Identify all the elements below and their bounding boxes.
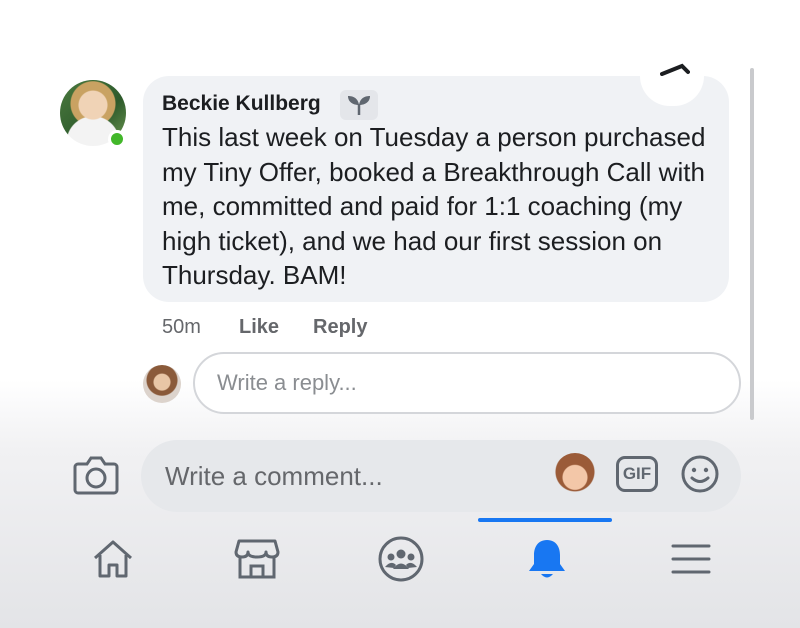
reply-button[interactable]: Reply bbox=[313, 316, 367, 339]
sprout-icon[interactable] bbox=[340, 90, 378, 120]
screen: Beckie Kullberg This last week on Tuesda… bbox=[0, 0, 800, 628]
comment-author[interactable]: Beckie Kullberg bbox=[162, 92, 321, 116]
comment-input[interactable] bbox=[163, 459, 547, 493]
nav-notifications[interactable] bbox=[512, 530, 582, 588]
emoji-icon[interactable] bbox=[680, 454, 720, 494]
marketplace-icon bbox=[234, 539, 280, 579]
current-user-avatar bbox=[143, 365, 181, 403]
nav-groups[interactable] bbox=[366, 530, 436, 588]
menu-icon bbox=[671, 544, 711, 574]
nav-home[interactable] bbox=[78, 530, 148, 588]
comment-timestamp: 50m bbox=[162, 316, 201, 338]
camera-icon[interactable] bbox=[72, 452, 120, 498]
nav-menu[interactable] bbox=[656, 530, 726, 588]
home-icon bbox=[94, 540, 132, 578]
avatar-sticker-icon[interactable] bbox=[554, 453, 596, 495]
reply-input-box[interactable] bbox=[193, 352, 741, 414]
comment-text: This last week on Tuesday a person purch… bbox=[162, 122, 706, 290]
gif-icon[interactable]: GIF bbox=[616, 456, 658, 492]
reply-input[interactable] bbox=[215, 369, 739, 397]
groups-icon bbox=[378, 536, 424, 582]
online-status-dot bbox=[108, 130, 126, 148]
active-tab-indicator bbox=[478, 518, 612, 522]
chevron-icon bbox=[660, 63, 690, 76]
nav-marketplace[interactable] bbox=[222, 530, 292, 588]
notifications-bell-icon bbox=[529, 540, 565, 578]
like-button[interactable]: Like bbox=[239, 316, 279, 339]
scrollbar[interactable] bbox=[750, 68, 754, 420]
